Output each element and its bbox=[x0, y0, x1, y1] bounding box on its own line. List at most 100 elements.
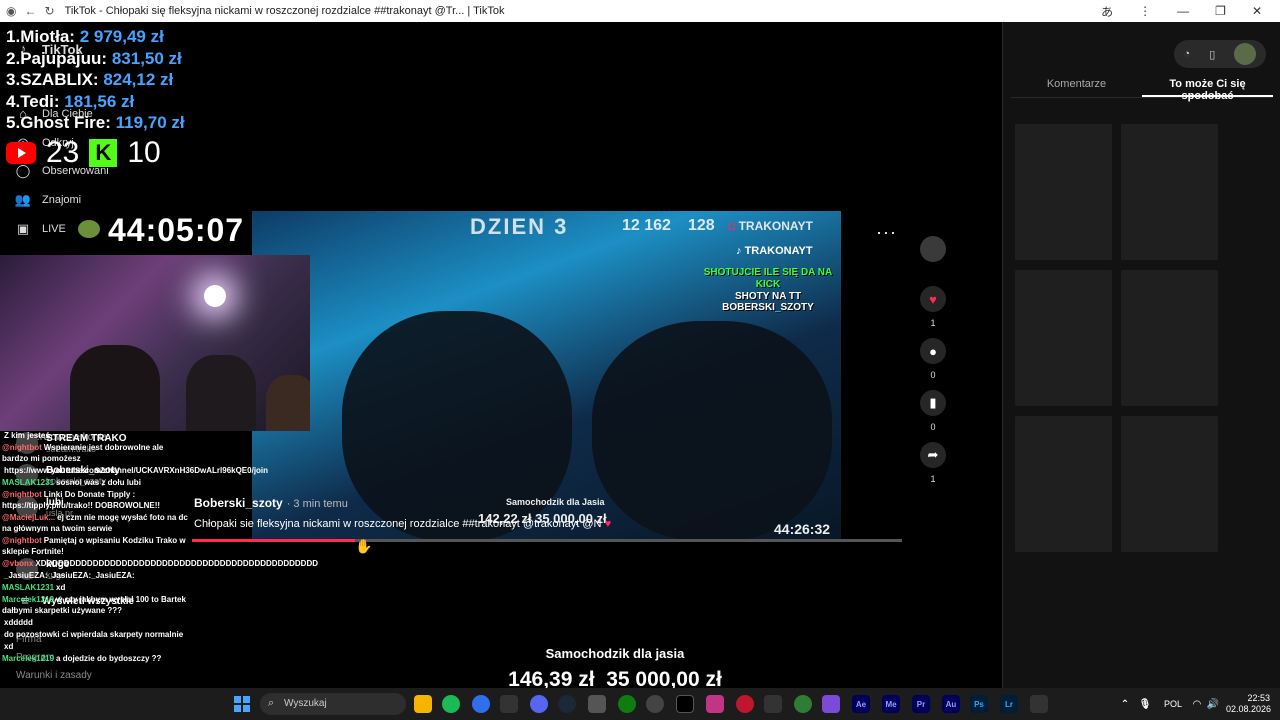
xbox-icon[interactable] bbox=[618, 695, 636, 713]
chat-user: @MaciejLuk... bbox=[2, 513, 56, 522]
platform-counters: 23 K 10 bbox=[6, 136, 161, 170]
kick-count: 10 bbox=[127, 136, 161, 169]
tiktok-icon: ♪ bbox=[736, 245, 742, 257]
video-progress-bar[interactable] bbox=[192, 539, 902, 542]
microphone-icon[interactable]: 🎙 bbox=[1136, 695, 1154, 713]
video-player[interactable]: DZIEN 3 12 162 128 ◘ TRAKONAYT ♪ TRAKONA… bbox=[252, 211, 841, 540]
save-button[interactable]: ▮ bbox=[920, 390, 946, 416]
recommended-video[interactable] bbox=[1121, 270, 1218, 406]
maximize-icon[interactable]: ❐ bbox=[1215, 4, 1226, 18]
translate-icon[interactable]: あ bbox=[1101, 3, 1113, 20]
hud-icon[interactable] bbox=[764, 695, 782, 713]
premiere-icon[interactable]: Pr bbox=[912, 695, 930, 713]
tiktok-handle: TRAKONAYT bbox=[744, 245, 813, 257]
youtube-count: 23 bbox=[46, 136, 80, 169]
comment-button[interactable]: ● bbox=[920, 338, 946, 364]
recommended-video[interactable] bbox=[1121, 416, 1218, 552]
volume-icon[interactable]: 🔊 bbox=[1204, 695, 1222, 713]
obs-icon[interactable] bbox=[646, 695, 664, 713]
menu-icon[interactable]: ⋮ bbox=[1139, 4, 1151, 18]
instagram-app-icon[interactable] bbox=[706, 695, 724, 713]
audition-icon[interactable]: Au bbox=[942, 695, 960, 713]
minimize-icon[interactable]: — bbox=[1177, 4, 1189, 18]
taskbar-clock[interactable]: 22:53 02.08.2026 bbox=[1226, 693, 1272, 715]
user-avatar[interactable] bbox=[1234, 43, 1257, 65]
donation-leaderboard: 1.Miotła: 2 979,49 zł 2.Pajupajuu: 831,50… bbox=[6, 26, 185, 134]
app-icon[interactable] bbox=[472, 695, 490, 713]
epic-games-icon[interactable] bbox=[500, 695, 518, 713]
leaderboard-rank: 1. bbox=[6, 27, 21, 46]
save-count: 0 bbox=[930, 422, 936, 432]
chat-user: @vbonx bbox=[2, 559, 34, 568]
video-caption: Chłopaki sie fleksyjna nickami w roszczo… bbox=[194, 518, 611, 530]
back-icon[interactable]: ← bbox=[24, 4, 36, 18]
chat-text: Z kim jesteś bbox=[4, 431, 50, 440]
post-time: · 3 min temu bbox=[286, 498, 348, 510]
sidebar-item-label: Znajomi bbox=[42, 194, 82, 206]
more-options-button[interactable]: ··· bbox=[876, 222, 897, 243]
tiktok-app-icon[interactable] bbox=[676, 695, 694, 713]
opera-icon[interactable] bbox=[736, 695, 754, 713]
person bbox=[70, 345, 160, 431]
app-icon[interactable] bbox=[1030, 695, 1048, 713]
chat-message: Marcelek1219 w czy jakbym wysłał 100 to B… bbox=[2, 594, 188, 616]
file-explorer-icon[interactable] bbox=[414, 695, 432, 713]
chat-message: https://www.youtube.com/channel/UCKAVRXn… bbox=[2, 465, 268, 476]
tab-recommended[interactable]: To może Ci się spodobać bbox=[1142, 72, 1273, 102]
leaderboard-amount: 2 979,49 zł bbox=[79, 27, 164, 46]
leaderboard-row: 5.Ghost Fire: 119,70 zł bbox=[6, 112, 185, 134]
recommended-video[interactable] bbox=[1015, 124, 1112, 260]
feed-area: ♪ TikTok ⌂ Dla Ciebie ◎ Odkryj ◯ Obserwo… bbox=[0, 22, 1002, 691]
gauge-icon[interactable]: ◔ bbox=[1184, 48, 1191, 60]
tab-comments[interactable]: Komentarze bbox=[1011, 72, 1142, 97]
tray-chevron-icon[interactable]: ⌃ bbox=[1116, 695, 1134, 713]
recommended-video[interactable] bbox=[1121, 124, 1218, 260]
discord-icon[interactable] bbox=[530, 695, 548, 713]
sidebar-item-live[interactable]: ▣ LIVE bbox=[14, 220, 66, 238]
photoshop-icon[interactable]: Ps bbox=[970, 695, 988, 713]
spotify-icon[interactable] bbox=[442, 695, 460, 713]
video-figure bbox=[592, 321, 832, 540]
instagram-handle: TRAKONAYT bbox=[738, 219, 813, 233]
caption-text: Chłopaki sie fleksyjna nickami w roszczo… bbox=[194, 518, 602, 530]
recommended-video[interactable] bbox=[1015, 270, 1112, 406]
bookmark-icon: ▮ bbox=[929, 395, 937, 410]
instagram-brand: ◘ TRAKONAYT bbox=[728, 219, 813, 233]
chat-user: @nightbot bbox=[2, 536, 42, 545]
lightroom-icon[interactable]: Lr bbox=[1000, 695, 1018, 713]
photos-icon[interactable] bbox=[822, 695, 840, 713]
close-icon[interactable]: ✕ bbox=[1252, 4, 1262, 18]
recommended-video[interactable] bbox=[1015, 416, 1112, 552]
leaderboard-amount: 119,70 zł bbox=[115, 113, 185, 132]
leaderboard-rank: 2. bbox=[6, 48, 21, 68]
leaderboard-name: Pajupajuu: bbox=[20, 48, 108, 68]
after-effects-icon[interactable]: Ae bbox=[852, 695, 870, 713]
store-icon[interactable] bbox=[588, 695, 606, 713]
author-name: Boberski_szoty bbox=[194, 496, 283, 510]
like-button[interactable]: ♥ bbox=[920, 286, 946, 312]
taskbar-search[interactable]: ⌕ Wyszukaj bbox=[260, 693, 406, 715]
media-encoder-icon[interactable]: Me bbox=[882, 695, 900, 713]
refresh-icon[interactable]: ↻ bbox=[44, 4, 54, 18]
search-placeholder: Wyszukaj bbox=[284, 698, 327, 709]
windows-taskbar: ⌕ Wyszukaj Ae Me Pr Au Ps Lr ⌃ 🎙 POL ◠ 🔊… bbox=[0, 688, 1280, 720]
frog-icon bbox=[78, 220, 100, 238]
language-indicator[interactable]: POL bbox=[1164, 699, 1182, 709]
chat-message: MASLAK1231 sosnol was z dołu lubi bbox=[2, 477, 188, 488]
steam-icon[interactable] bbox=[558, 695, 576, 713]
sidebar-item-friends[interactable]: 👥 Znajomi bbox=[14, 191, 81, 209]
chat-message: @nightbot Wspieranie jest dobrowolne ale … bbox=[2, 442, 188, 464]
shield-icon[interactable] bbox=[794, 695, 812, 713]
chat-message: @vbonx XDDDDDDDDDDDDDDDDDDDDDDDDDDDDDDDDD… bbox=[2, 558, 318, 569]
share-button[interactable]: ➦ bbox=[920, 442, 946, 468]
phone-icon[interactable]: ▯ bbox=[1209, 48, 1215, 61]
chat-message: do pozostowki ci wpierdala skarpety norm… bbox=[2, 629, 188, 640]
leaderboard-amount: 181,56 zł bbox=[64, 91, 135, 111]
windows-start-icon[interactable] bbox=[234, 696, 250, 712]
comment-count: 0 bbox=[930, 370, 936, 380]
chat-message: @nightbot Linki Do Donate Tipply : https:… bbox=[2, 489, 188, 511]
leaderboard-amount: 824,12 zł bbox=[103, 70, 174, 89]
creator-avatar[interactable] bbox=[920, 236, 946, 262]
clock-date: 02.08.2026 bbox=[1226, 704, 1272, 714]
video-author[interactable]: Boberski_szoty · 3 min temu bbox=[194, 496, 348, 510]
